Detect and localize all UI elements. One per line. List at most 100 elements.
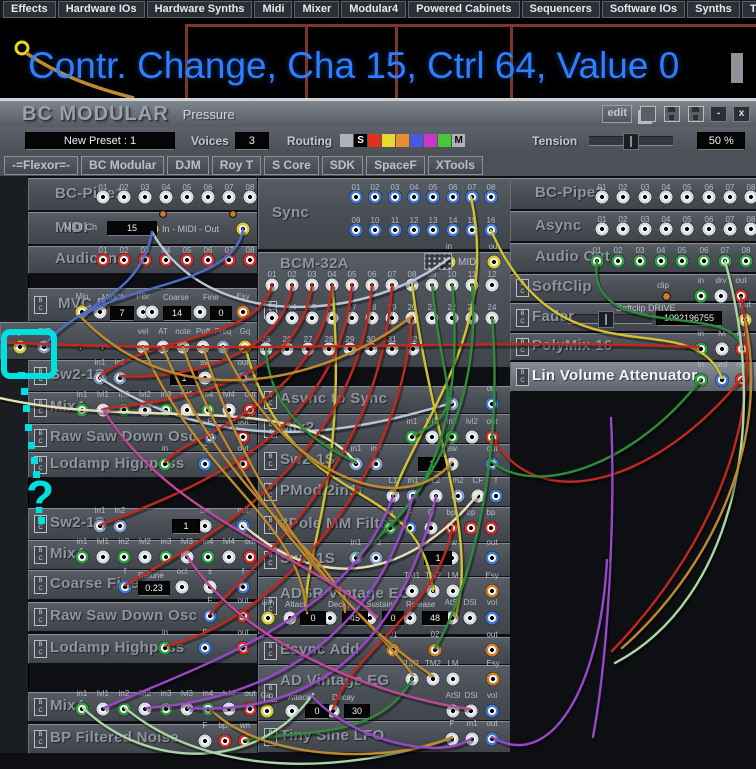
port-in2[interactable] — [117, 550, 131, 564]
voices-field[interactable]: 3 — [235, 132, 269, 150]
port-out[interactable] — [236, 430, 250, 444]
port-04[interactable] — [407, 190, 421, 204]
bc-logo-icon[interactable]: BC — [34, 399, 47, 417]
port-08[interactable] — [484, 190, 498, 204]
port-21[interactable] — [425, 311, 439, 325]
port-TM1[interactable] — [405, 672, 419, 686]
routing-cell-1[interactable]: S — [354, 134, 367, 147]
port-out[interactable] — [236, 457, 250, 471]
port-in[interactable] — [694, 373, 708, 387]
port-lvl1[interactable] — [96, 550, 110, 564]
port-05[interactable] — [180, 253, 194, 267]
port-15[interactable] — [465, 223, 479, 237]
port-DSl[interactable] — [463, 611, 477, 625]
port-sw[interactable] — [445, 457, 459, 471]
port-28[interactable] — [322, 342, 336, 356]
fader-slider[interactable] — [568, 314, 652, 324]
port-16[interactable] — [325, 311, 339, 325]
port-in3[interactable] — [159, 702, 173, 716]
port-07[interactable] — [718, 254, 732, 268]
port-in1[interactable] — [93, 519, 107, 533]
port-01[interactable] — [96, 253, 110, 267]
bc-logo-icon[interactable]: BC — [516, 368, 529, 386]
port-14[interactable] — [446, 223, 460, 237]
value-field[interactable]: 45 — [342, 611, 368, 626]
port-note[interactable] — [176, 340, 190, 354]
bc-logo-icon[interactable]: BC — [34, 730, 47, 748]
port-in1[interactable] — [405, 430, 419, 444]
bc-logo-icon[interactable]: BC — [34, 698, 47, 716]
save-icon[interactable] — [664, 106, 680, 122]
port-in[interactable] — [694, 342, 708, 356]
menu-item-tools[interactable]: Tools — [742, 1, 756, 18]
port-29[interactable] — [343, 342, 357, 356]
port-in2[interactable] — [113, 519, 127, 533]
bc-logo-icon[interactable]: BC — [34, 367, 47, 385]
value-field[interactable]: 0 — [305, 704, 329, 719]
port-02[interactable] — [611, 254, 625, 268]
port-lvl3[interactable] — [180, 702, 194, 716]
port-13[interactable] — [426, 223, 440, 237]
value-field[interactable]: 0 — [382, 611, 404, 626]
port-01[interactable] — [265, 278, 279, 292]
port-02[interactable] — [428, 643, 442, 657]
port-Esy[interactable] — [236, 305, 250, 319]
port-07[interactable] — [222, 253, 236, 267]
port-02[interactable] — [368, 190, 382, 204]
bc-logo-icon[interactable]: BC — [34, 515, 47, 533]
port-06[interactable] — [201, 253, 215, 267]
port-f[interactable] — [489, 489, 503, 503]
port-01[interactable] — [595, 190, 609, 204]
port-lvl[interactable] — [715, 342, 729, 356]
port-06[interactable] — [702, 222, 716, 236]
tab-roy-t[interactable]: Roy T — [212, 156, 261, 175]
port-03[interactable] — [638, 190, 652, 204]
port-lvl4[interactable] — [222, 702, 236, 716]
copy-icon[interactable] — [640, 106, 656, 122]
port-jack[interactable] — [403, 611, 417, 625]
port-LM[interactable] — [446, 672, 460, 686]
port-in[interactable] — [383, 521, 397, 535]
port-05[interactable] — [680, 190, 694, 204]
port-f[interactable] — [118, 580, 132, 594]
port-12[interactable] — [485, 278, 499, 292]
port-08[interactable] — [739, 254, 753, 268]
port-out[interactable] — [243, 550, 257, 564]
port-02[interactable] — [117, 253, 131, 267]
port-in[interactable] — [158, 457, 172, 471]
menu-item-software-ios[interactable]: Software IOs — [602, 1, 685, 18]
bc-logo-icon[interactable]: BC — [34, 576, 47, 594]
menu-item-hardware-ios[interactable]: Hardware IOs — [58, 1, 145, 18]
port-05[interactable] — [675, 254, 689, 268]
value-field[interactable]: 1 — [170, 371, 198, 386]
port-04[interactable] — [659, 222, 673, 236]
port-L1[interactable] — [386, 489, 400, 503]
port-L2[interactable] — [429, 489, 443, 503]
port-lvl1[interactable] — [96, 702, 110, 716]
port-sw[interactable] — [198, 519, 212, 533]
port-27[interactable] — [301, 342, 315, 356]
port-01[interactable] — [386, 643, 400, 657]
port-07[interactable] — [465, 190, 479, 204]
port-in1[interactable] — [75, 702, 89, 716]
port-01[interactable] — [349, 190, 363, 204]
port-02[interactable] — [616, 190, 630, 204]
port-Gin[interactable] — [260, 704, 274, 718]
port-in1[interactable] — [349, 457, 363, 471]
port-jack[interactable] — [93, 305, 107, 319]
port-wn[interactable] — [238, 734, 252, 748]
port-m1[interactable] — [465, 732, 479, 746]
port-bp[interactable] — [444, 521, 458, 535]
port-06[interactable] — [702, 190, 716, 204]
port-07[interactable] — [723, 190, 737, 204]
port-jack[interactable] — [283, 611, 297, 625]
port-m2[interactable] — [451, 489, 465, 503]
port-F[interactable] — [203, 430, 217, 444]
port-Q[interactable] — [424, 521, 438, 535]
value-field[interactable]: 14 — [163, 306, 191, 321]
port-DSl[interactable] — [464, 704, 478, 718]
port-F[interactable] — [198, 457, 212, 471]
port-in4[interactable] — [201, 403, 215, 417]
port-14[interactable] — [285, 311, 299, 325]
port-out[interactable] — [236, 641, 250, 655]
